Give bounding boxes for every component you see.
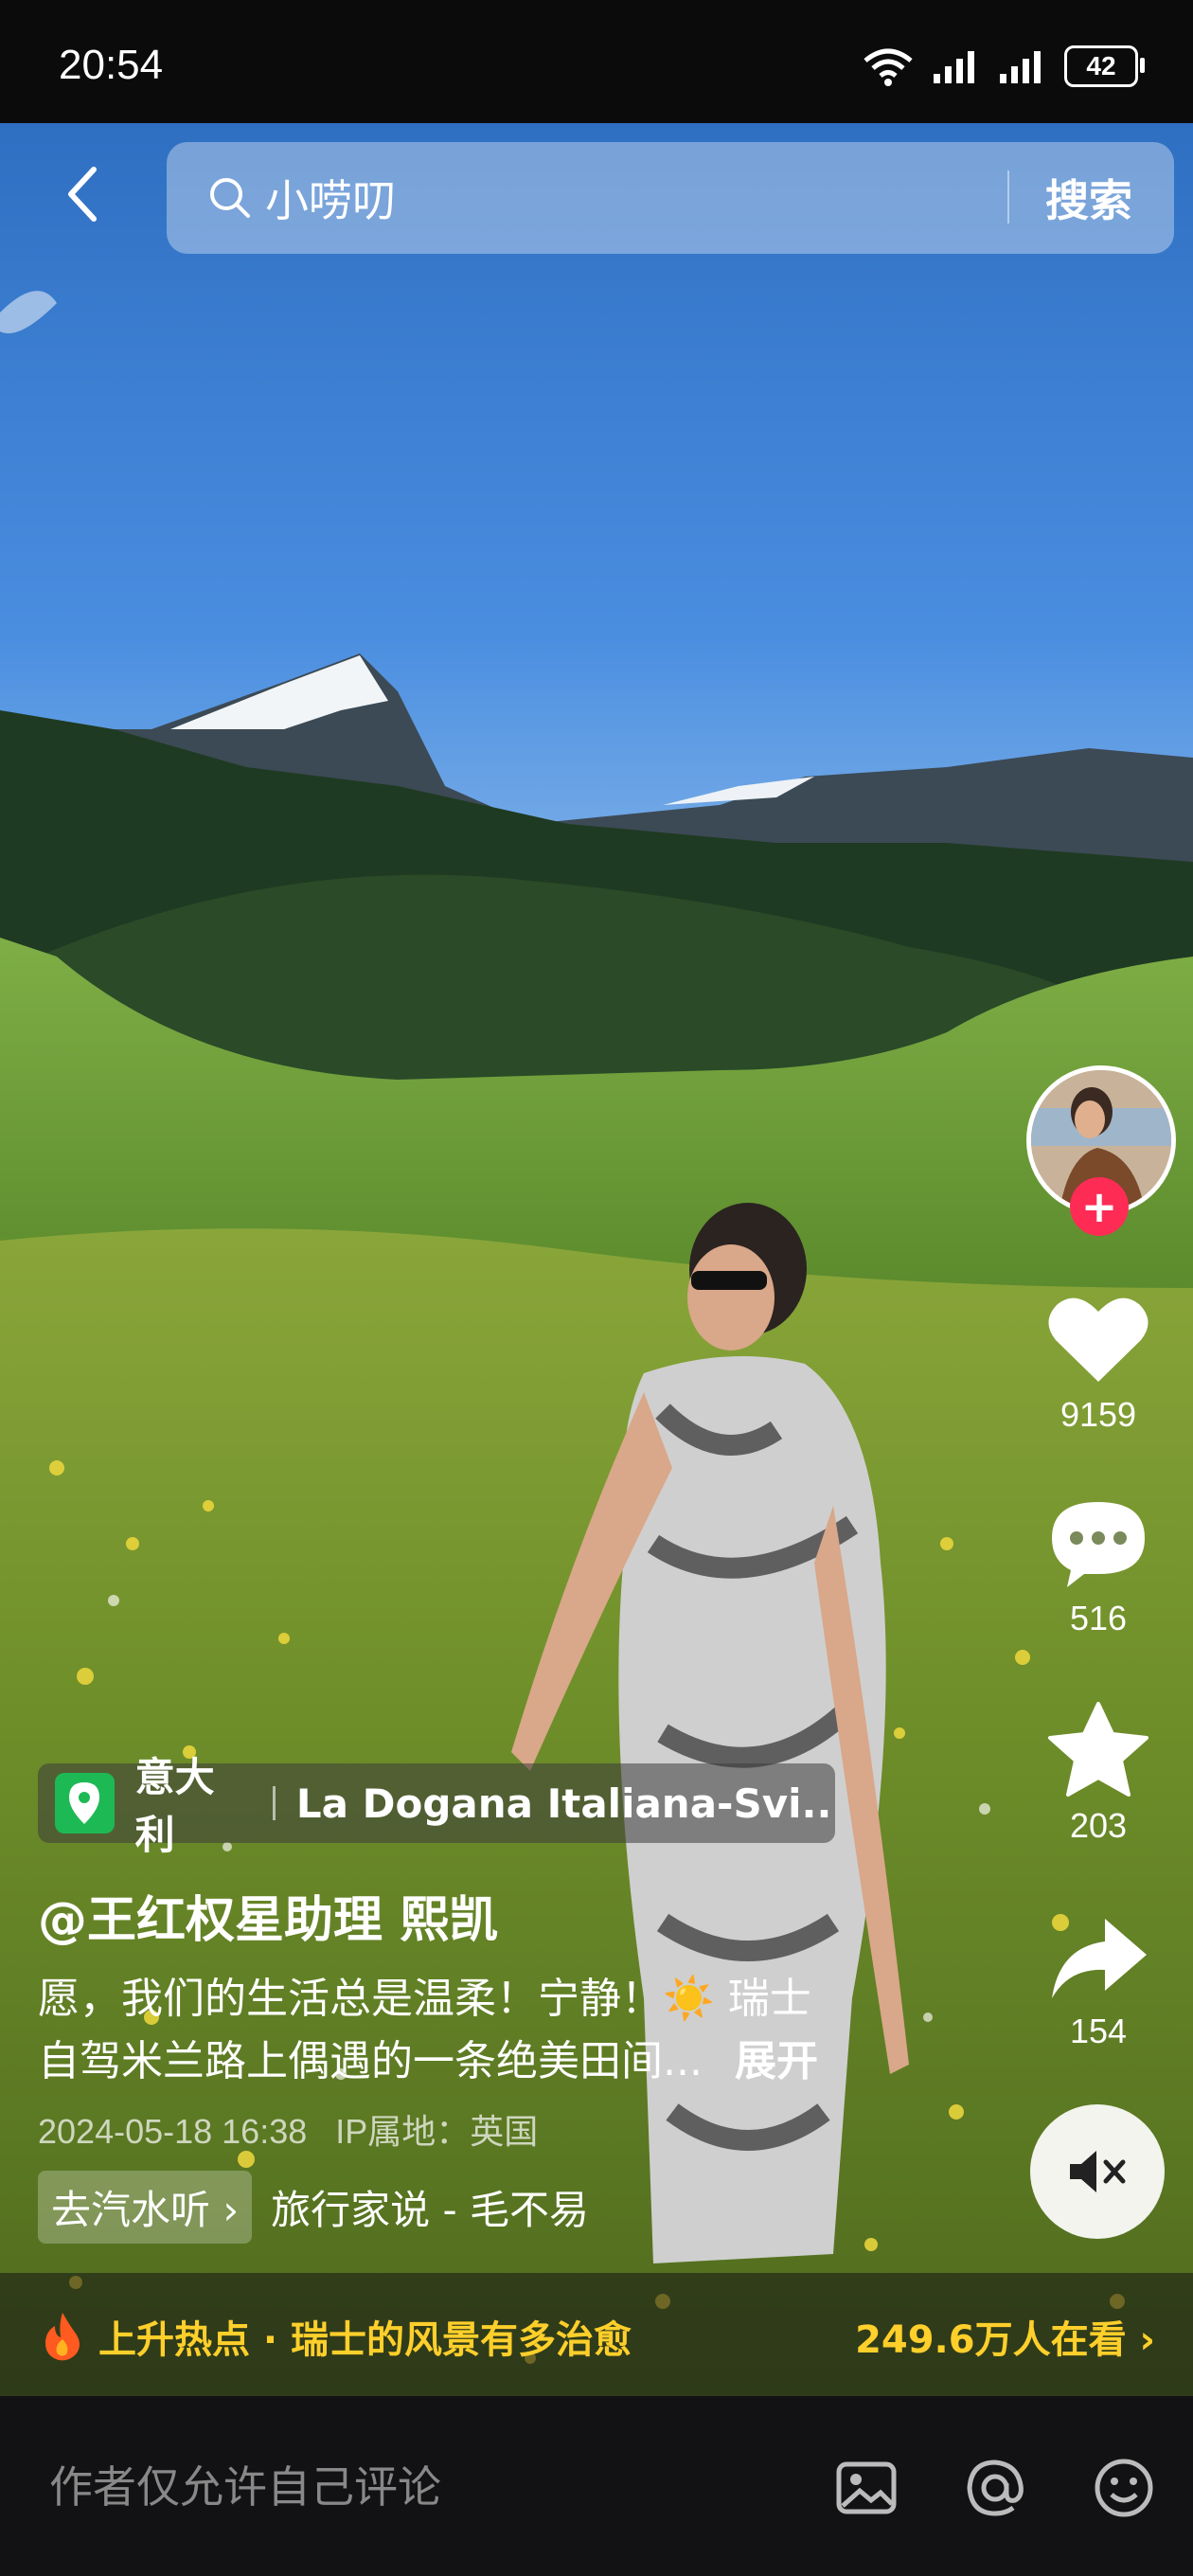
top-bar: 小唠叨 搜索 (0, 142, 1193, 254)
favorite-button[interactable]: 203 (1023, 1700, 1174, 1846)
favorite-count: 203 (1069, 1806, 1128, 1845)
location-pin-icon (55, 1773, 115, 1834)
viewer-count: 249.6万人在看 › (855, 2318, 1155, 2362)
like-count: 9159 (1059, 1395, 1137, 1434)
search-icon (210, 178, 250, 218)
post-meta: 2024-05-18 16:38 IP属地：英国 (38, 2104, 538, 2154)
fire-icon (45, 2313, 80, 2361)
description-line-2: 自驾米兰路上偶遇的一条绝美田间... (38, 2037, 703, 2085)
location-chip[interactable]: 意大利 La Dogana Italiana-Svi... (38, 1754, 835, 1858)
speaker-muted-icon (1070, 2151, 1126, 2192)
comment-icon (1052, 1502, 1145, 1587)
comment-button[interactable]: 516 (1023, 1496, 1174, 1638)
share-button[interactable]: 154 (1023, 1913, 1174, 2051)
comment-count: 516 (1069, 1599, 1128, 1637)
image-icon[interactable] (833, 2455, 899, 2521)
post-timestamp: 2024-05-18 16:38 (38, 2112, 308, 2151)
mention-icon[interactable] (962, 2455, 1028, 2521)
back-button[interactable] (49, 161, 116, 227)
status-icons: 42 (862, 42, 1145, 91)
music-app-button[interactable]: 去汽水听 › (38, 2170, 253, 2244)
wifi-icon (864, 48, 913, 86)
music-track[interactable]: 旅行家说 - 毛不易 (271, 2178, 589, 2236)
location-place: La Dogana Italiana-Svi... (295, 1780, 835, 1827)
search-input[interactable]: 小唠叨 搜索 (167, 142, 1174, 254)
status-bar: 20:54 42 (0, 0, 1193, 123)
trending-left: 上升热点 · 瑞士的风景有多治愈 (42, 2309, 632, 2364)
mute-button[interactable] (1030, 2104, 1165, 2239)
trending-topic: 上升热点 · 瑞士的风景有多治愈 (98, 2318, 632, 2362)
location-separator (272, 1786, 276, 1820)
share-count: 154 (1069, 2012, 1128, 2050)
follow-button[interactable]: + (1070, 1177, 1129, 1236)
signal-icon-2 (1000, 51, 1041, 83)
comment-bar: 作者仅允许自己评论 (0, 2396, 1193, 2576)
search-divider (1007, 170, 1009, 224)
clock: 20:54 (59, 42, 164, 88)
author-name[interactable]: @王红权星助理 熙凯 (38, 1880, 498, 1951)
heart-icon (1048, 1297, 1148, 1382)
location-country: 意大利 (134, 1754, 215, 1858)
music-row: 去汽水听 › 旅行家说 - 毛不易 (38, 2170, 589, 2244)
like-button[interactable]: 9159 (1023, 1293, 1174, 1435)
search-button[interactable]: 搜索 (1045, 167, 1132, 229)
emoji-icon[interactable] (1091, 2455, 1157, 2521)
battery-icon: 42 (1064, 45, 1145, 87)
signal-icon (934, 51, 974, 83)
expand-button[interactable]: 展开 (735, 2037, 818, 2085)
ip-location: IP属地：英国 (335, 2112, 539, 2151)
share-icon (1052, 1919, 1147, 1998)
trending-bar[interactable]: 上升热点 · 瑞士的风景有多治愈 249.6万人在看 › (0, 2273, 1193, 2396)
comment-placeholder: 作者仅允许自己评论 (49, 2461, 441, 2513)
search-query: 小唠叨 (265, 175, 396, 226)
post-description: 愿，我们的生活总是温柔！宁静！☀️ 瑞士 自驾米兰路上偶遇的一条绝美田间... … (38, 1968, 947, 2093)
description-line-1: 愿，我们的生活总是温柔！宁静！☀️ 瑞士 (38, 1975, 811, 2023)
star-icon (1048, 1702, 1148, 1797)
chevron-left-icon (68, 167, 97, 222)
